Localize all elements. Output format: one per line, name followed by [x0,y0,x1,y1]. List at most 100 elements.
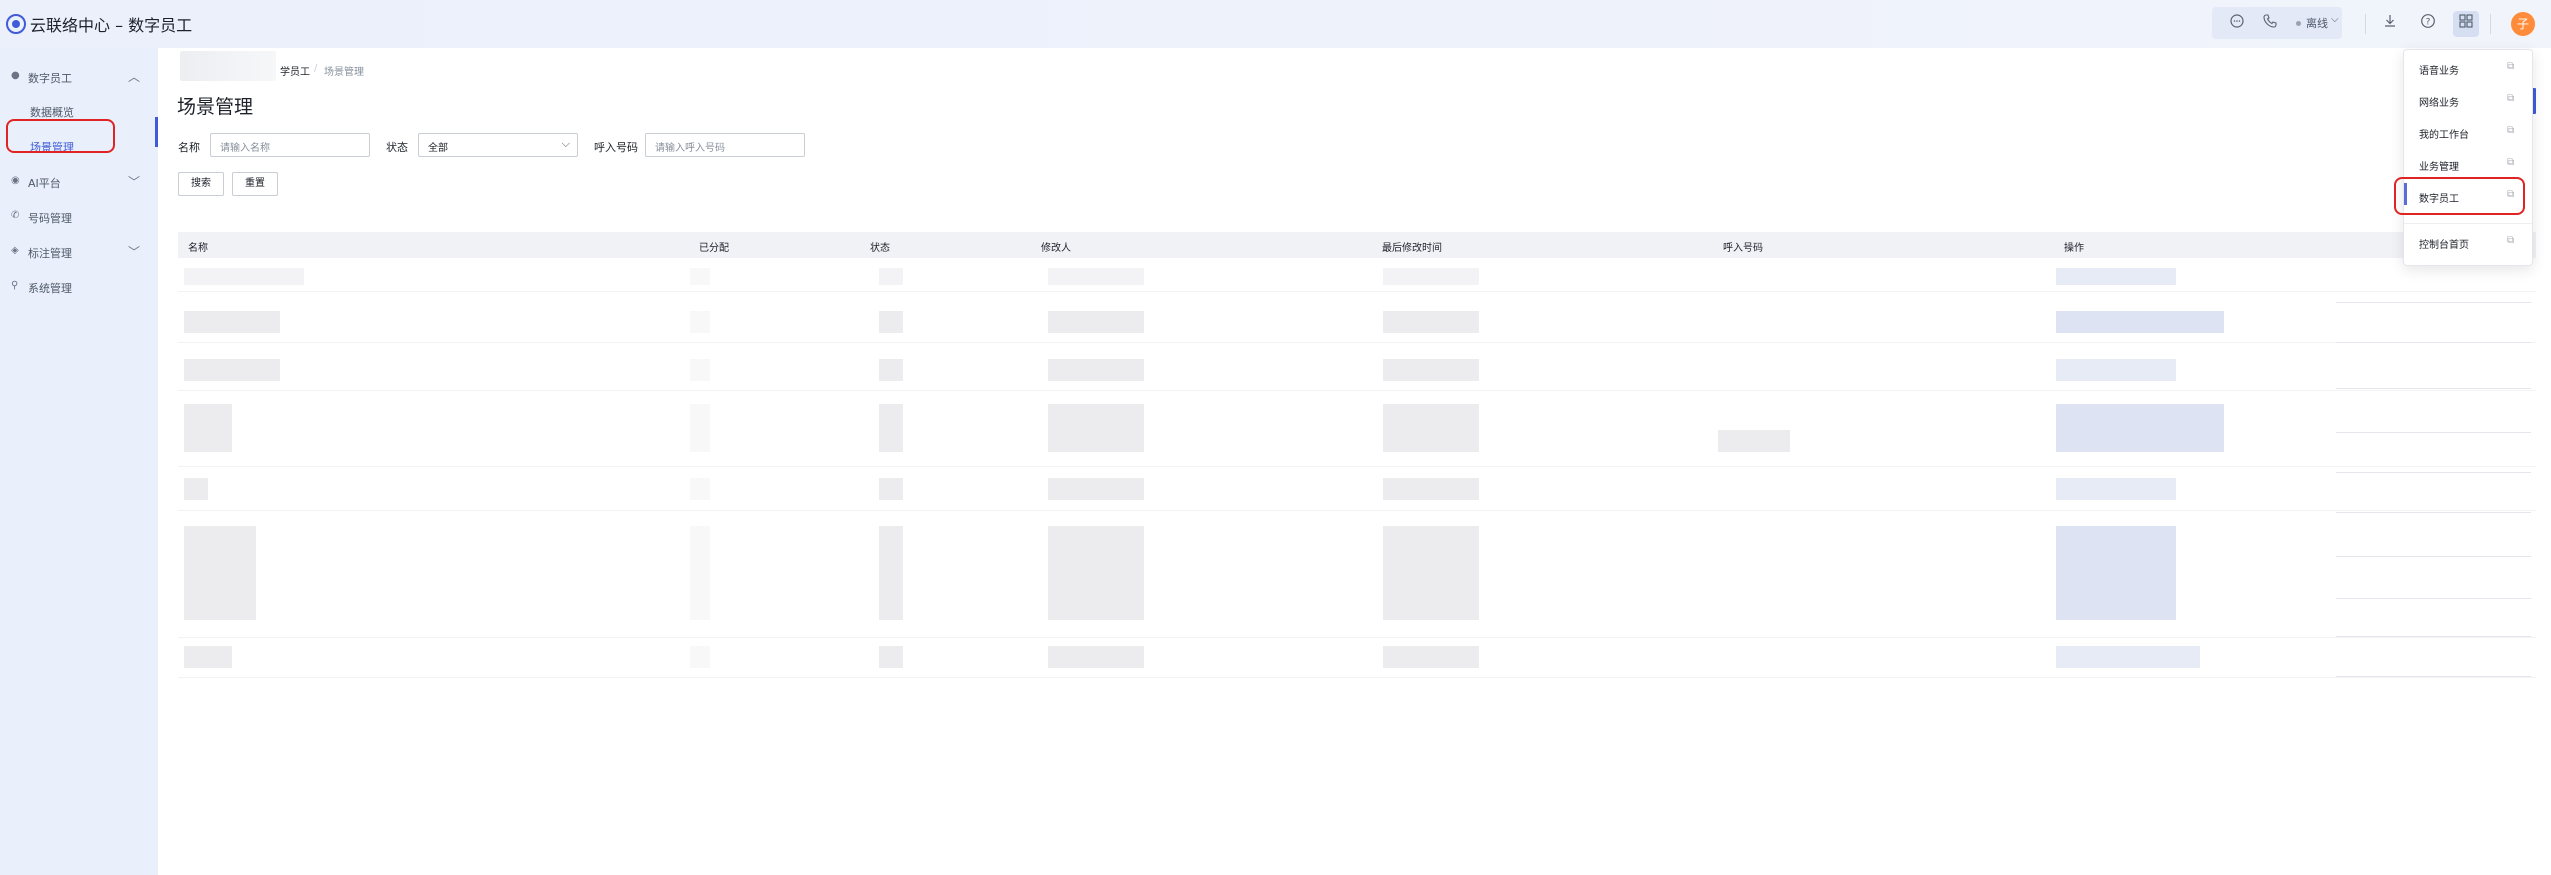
cell-assigned-redacted [690,359,710,381]
search-icon: ⚲ [11,280,19,291]
cell-modifier-redacted [1048,359,1144,381]
column-header-actions: 操作 [2064,243,2084,254]
cell-time-redacted [1383,478,1479,500]
cell-actions-redacted [2056,311,2224,333]
cell-name-redacted [184,359,280,381]
cell-modifier-redacted [1048,311,1144,333]
row-divider [2336,556,2531,557]
cell-status-redacted [879,526,903,620]
sidebar-item-label: 号码管理 [28,212,72,225]
avatar[interactable]: 子 [2511,12,2535,36]
cell-modifier-redacted [1048,646,1144,668]
sidebar: ● 数字员工 ︿ 数据概览 场景管理 ◉ AI平台 ﹀ ✆ 号码管理 ◈ 标注管… [0,48,158,875]
sidebar-item-system-management[interactable]: ⚲ 系统管理 [0,272,158,302]
sidebar-item-annotation-management[interactable]: ◈ 标注管理 ﹀ [0,237,158,267]
apps-dropdown-menu: 语音业务 ⧉ 网络业务 ⧉ 我的工作台 ⧉ 业务管理 ⧉ 数字员工 ⧉ 控制台首… [2403,49,2533,266]
column-header-status: 状态 [870,243,890,254]
row-divider [2336,388,2531,389]
name-filter-label: 名称 [178,141,200,154]
status-filter-value: 全部 [428,143,448,154]
svg-text:?: ? [2426,18,2431,28]
apps-grid-icon [2456,13,2476,33]
name-filter-input[interactable]: 请输入名称 [210,133,370,157]
cell-status-redacted [879,478,903,500]
header-divider [2490,14,2491,34]
phone-icon[interactable] [2260,13,2280,33]
cell-name-redacted [184,268,304,285]
row-divider [2336,636,2531,637]
cell-actions-redacted [2056,268,2176,285]
menu-item-voice-business[interactable]: 语音业务 ⧉ [2404,54,2532,82]
column-header-modifier: 修改人 [1041,243,1071,254]
external-link-icon: ⧉ [2507,235,2515,246]
menu-item-label: 语音业务 [2419,66,2459,77]
sidebar-item-digital-staff[interactable]: ● 数字员工 ︿ [0,62,158,92]
menu-item-network-business[interactable]: 网络业务 ⧉ [2404,86,2532,114]
chevron-down-icon: ﹀ [128,245,141,259]
cell-name-redacted [184,311,280,333]
cell-time-redacted [1383,311,1479,333]
row-divider [178,342,2536,343]
sidebar-item-number-management[interactable]: ✆ 号码管理 [0,202,158,232]
column-header-assigned: 已分配 [699,243,729,254]
header-divider [2365,14,2366,34]
help-icon[interactable]: ? [2418,13,2438,33]
app-title: 云联络中心 – 数字员工 [30,16,193,35]
cell-actions-redacted [2056,478,2176,500]
external-link-icon: ⧉ [2507,61,2515,72]
breadcrumb-parent[interactable]: 学员工 [280,63,310,78]
cell-modifier-redacted [1048,526,1144,620]
cell-modifier-redacted [1048,478,1144,500]
cell-time-redacted [1383,646,1479,668]
download-icon[interactable] [2380,13,2400,33]
eye-icon: ◉ [11,175,20,186]
menu-item-label: 网络业务 [2419,98,2459,109]
menu-item-label: 控制台首页 [2419,240,2469,251]
cell-assigned-redacted [690,268,710,285]
cell-name-redacted [184,404,232,452]
cell-assigned-redacted [690,646,710,668]
row-divider [2336,342,2531,343]
table-header: 名称 已分配 状态 修改人 最后修改时间 呼入号码 操作 [178,232,2536,258]
cell-name-redacted [184,478,208,500]
row-divider [178,677,2536,678]
reset-button[interactable]: 重置 [232,172,278,196]
status-select[interactable]: 离线 [2306,15,2328,31]
highlight-annotation-sidebar [6,119,115,153]
row-divider [2336,512,2531,513]
cell-actions-redacted [2056,404,2224,452]
status-filter-label: 状态 [386,141,408,154]
row-divider [2336,432,2531,433]
tag-icon: ◈ [11,245,19,256]
menu-item-business-management[interactable]: 业务管理 ⧉ [2404,150,2532,178]
chevron-down-icon: ﹀ [128,175,141,189]
message-icon[interactable] [2227,13,2247,33]
search-button[interactable]: 搜索 [178,172,224,196]
row-divider [2336,598,2531,599]
cell-assigned-redacted [690,478,710,500]
page-title: 场景管理 [177,96,254,118]
cell-assigned-redacted [690,404,710,452]
sidebar-item-ai-platform[interactable]: ◉ AI平台 ﹀ [0,167,158,197]
row-divider [2336,676,2531,677]
row-divider [178,390,2536,391]
menu-item-my-workbench[interactable]: 我的工作台 ⧉ [2404,118,2532,146]
cell-time-redacted [1383,404,1479,452]
sidebar-item-label: 数据概览 [30,106,74,119]
column-header-last-modified: 最后修改时间 [1382,243,1442,254]
sidebar-item-label: 系统管理 [28,282,72,295]
row-divider [2336,302,2531,303]
breadcrumb-current: 场景管理 [324,67,364,78]
cell-number-redacted [1718,430,1790,452]
row-divider [2336,472,2531,473]
number-filter-input[interactable]: 请输入呼入号码 [645,133,805,157]
cell-assigned-redacted [690,311,710,333]
external-link-icon: ⧉ [2507,125,2515,136]
menu-item-console-home[interactable]: 控制台首页 ⧉ [2404,228,2532,256]
cell-modifier-redacted [1048,404,1144,452]
cell-modifier-redacted [1048,268,1144,285]
row-divider [178,637,2536,638]
menu-item-label: 我的工作台 [2419,130,2469,141]
status-filter-select[interactable]: 全部 ⌵ [418,133,578,157]
cell-status-redacted [879,268,903,285]
